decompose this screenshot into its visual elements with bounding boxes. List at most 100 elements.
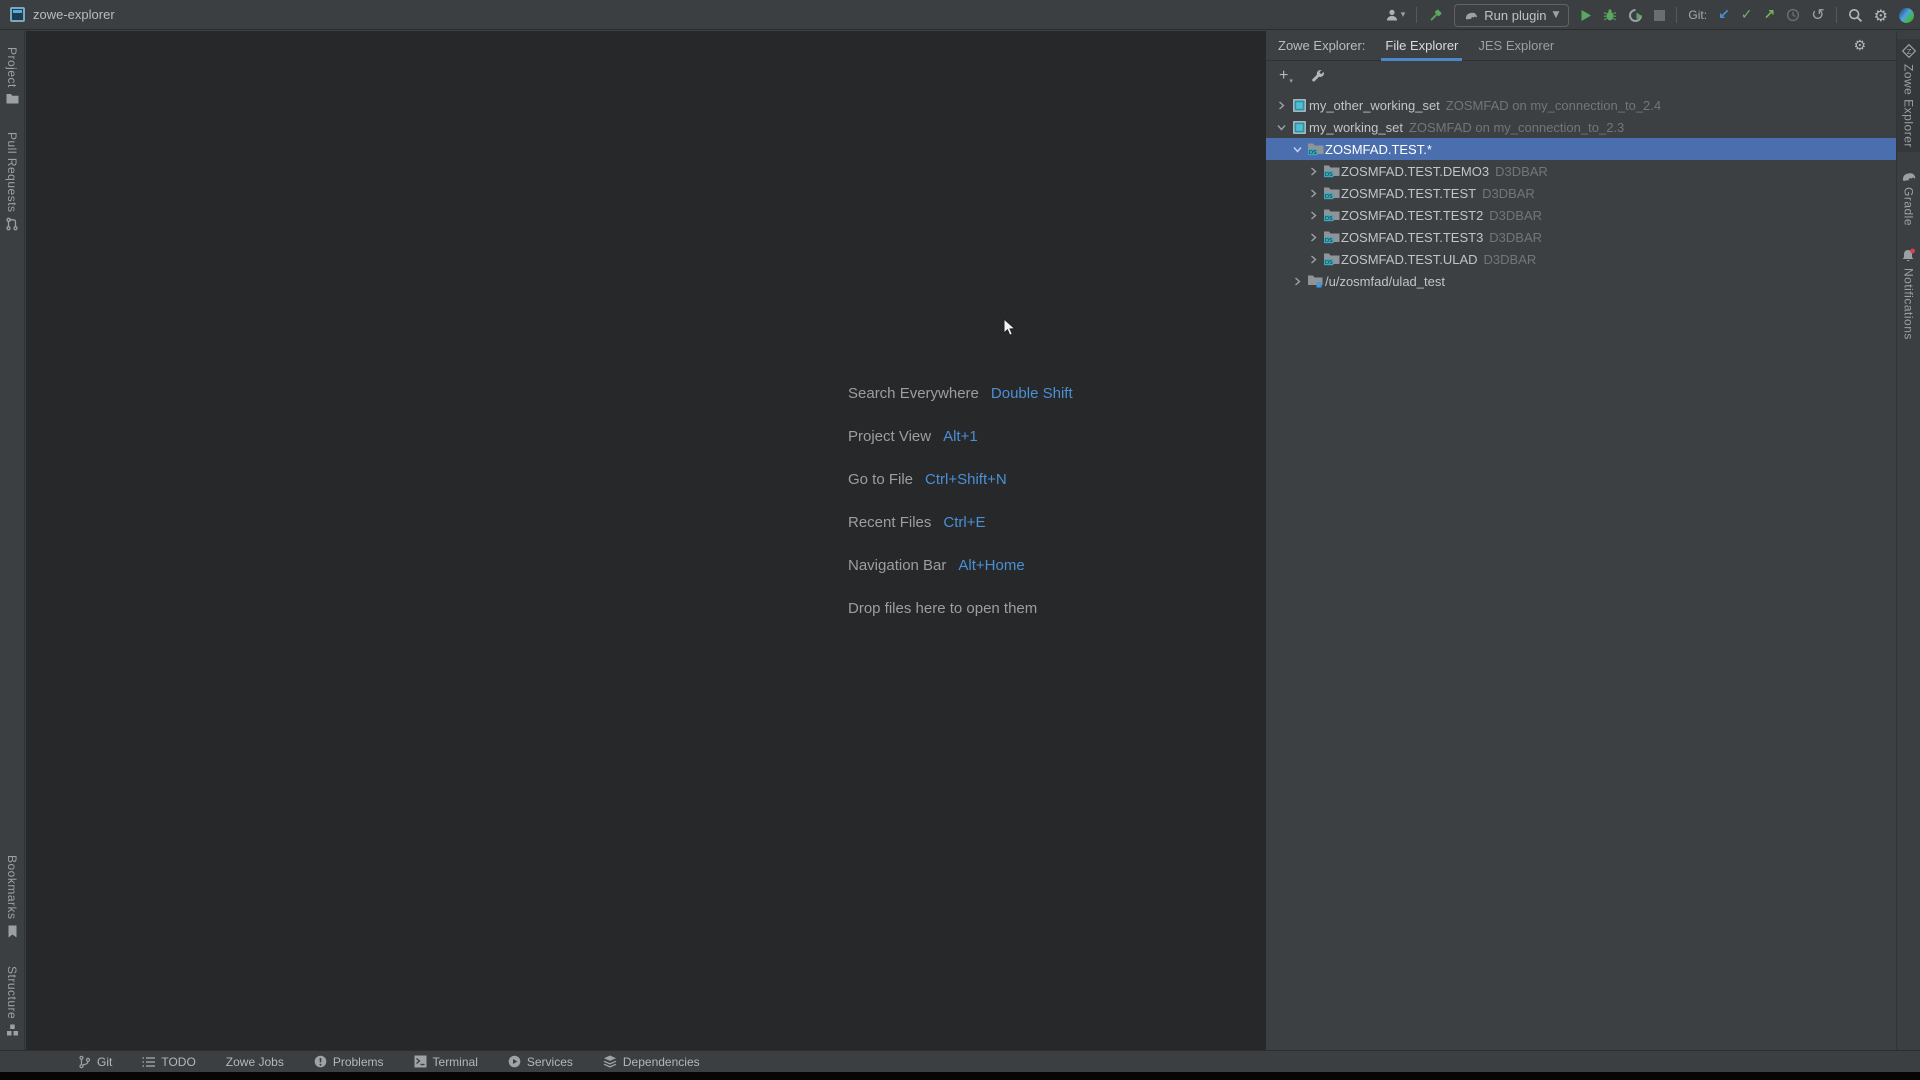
gradle-icon (1464, 10, 1478, 21)
shortcut-hint-row: Search Everywhere Double Shift (848, 372, 1073, 415)
working-set-icon (1289, 99, 1309, 112)
dataset-folder-icon: DS (1321, 186, 1341, 200)
svg-text:DS: DS (1324, 216, 1332, 222)
todo-list-icon (142, 1056, 155, 1068)
sidebar-item-gradle[interactable]: Gradle (1901, 166, 1916, 230)
tree-row-my-other-working-set[interactable]: my_other_working_set ZOSMFAD on my_conne… (1266, 94, 1896, 116)
stripe-label: Pull Requests (5, 132, 19, 213)
chevron-right-icon[interactable] (1273, 101, 1289, 110)
svg-text:DS: DS (1308, 150, 1316, 156)
sidebar-item-bookmarks[interactable]: Bookmarks (5, 851, 19, 942)
chevron-right-icon[interactable] (1305, 189, 1321, 198)
run-configuration-dropdown[interactable]: Run plugin ▼ (1454, 4, 1569, 27)
window-title: zowe-explorer (33, 7, 115, 22)
statusbar-item-terminal[interactable]: Terminal (414, 1055, 478, 1069)
tree-row-dataset[interactable]: DS ZOSMFAD.TEST.TEST3 D3DBAR (1266, 226, 1896, 248)
app-window-icon (10, 7, 25, 22)
profile-sphere-icon[interactable] (1899, 8, 1914, 23)
chevron-right-icon[interactable] (1305, 167, 1321, 176)
profiler-icon[interactable] (1628, 8, 1643, 23)
tree-label: ZOSMFAD.TEST.TEST (1341, 186, 1476, 201)
chevron-right-icon[interactable] (1305, 255, 1321, 264)
chevron-down-icon[interactable] (1273, 123, 1289, 132)
chevron-right-icon[interactable] (1305, 211, 1321, 220)
uss-folder-icon (1305, 274, 1325, 288)
git-push-icon[interactable]: ↗ (1764, 8, 1776, 22)
chevron-right-icon[interactable] (1289, 277, 1305, 286)
shortcut-key-label: Double Shift (991, 385, 1073, 402)
chevron-down-icon[interactable] (1289, 145, 1305, 154)
title-bar: zowe-explorer ▾ Run plugin ▼ Git: ↙ ✓ ↗ (0, 0, 1920, 30)
dataset-folder-icon: DS (1321, 230, 1341, 244)
run-icon[interactable] (1580, 9, 1592, 22)
sidebar-item-structure[interactable]: Structure (5, 962, 19, 1040)
settings-gear-icon[interactable]: ⚙ (1874, 6, 1888, 25)
sidebar-item-notifications[interactable]: Notifications (1901, 244, 1916, 344)
statusbar-label: Services (527, 1055, 573, 1069)
tree-label: ZOSMFAD.TEST.* (1325, 142, 1432, 157)
add-icon[interactable]: +▾ (1279, 67, 1293, 85)
git-update-icon[interactable]: ↙ (1718, 8, 1730, 22)
tree-row-dataset-mask[interactable]: DS ZOSMFAD.TEST.* (1266, 138, 1896, 160)
sidebar-item-project[interactable]: Project (5, 43, 19, 108)
gradle-icon (1901, 170, 1916, 182)
problems-icon (314, 1055, 327, 1068)
tree-suffix: ZOSMFAD on my_connection_to_2.3 (1409, 120, 1624, 135)
chevron-down-icon: ▾ (1401, 10, 1406, 20)
svg-text:Z: Z (1906, 48, 1911, 56)
build-hammer-icon[interactable] (1428, 8, 1443, 23)
main-toolbar: ▾ Run plugin ▼ Git: ↙ ✓ ↗ ↺ (1385, 0, 1914, 30)
zowe-icon: Z (1901, 43, 1917, 59)
working-set-icon (1289, 121, 1309, 134)
panel-settings-gear-icon[interactable]: ⚙ (1853, 38, 1866, 54)
right-tool-stripe: Z Zowe Explorer Gradle Notifications (1896, 31, 1920, 1050)
svg-text:DS: DS (1324, 172, 1332, 178)
editor-shortcut-hints: Search Everywhere Double Shift Project V… (848, 372, 1073, 630)
tree-row-dataset[interactable]: DS ZOSMFAD.TEST.TEST2 D3DBAR (1266, 204, 1896, 226)
tree-row-dataset[interactable]: DS ZOSMFAD.TEST.ULAD D3DBAR (1266, 248, 1896, 270)
undo-icon[interactable]: ↺ (1811, 7, 1824, 23)
git-branch-icon (78, 1055, 91, 1069)
shortcut-hint-row: Project View Alt+1 (848, 415, 1073, 458)
stripe-label: Notifications (1902, 268, 1916, 340)
debug-icon[interactable] (1603, 8, 1617, 22)
statusbar-item-problems[interactable]: Problems (314, 1055, 384, 1069)
svg-text:DS: DS (1324, 238, 1332, 244)
history-icon[interactable] (1786, 8, 1800, 22)
git-commit-icon[interactable]: ✓ (1741, 8, 1753, 22)
chevron-right-icon[interactable] (1305, 233, 1321, 242)
statusbar-label: Terminal (433, 1055, 478, 1069)
tab-jes-explorer[interactable]: JES Explorer (1478, 31, 1554, 61)
toolbar-separator (1676, 7, 1677, 23)
dataset-folder-icon: DS (1321, 164, 1341, 178)
tree-suffix: D3DBAR (1482, 186, 1535, 201)
svg-text:DS: DS (1324, 260, 1332, 266)
tree-row-uss-path[interactable]: /u/zosmfad/ulad_test (1266, 270, 1896, 292)
panel-title: Zowe Explorer: (1278, 38, 1365, 53)
tab-file-explorer[interactable]: File Explorer (1385, 31, 1458, 61)
sidebar-item-zowe-explorer[interactable]: Z Zowe Explorer (1897, 39, 1920, 152)
statusbar-item-services[interactable]: Services (508, 1055, 573, 1069)
user-icon[interactable]: ▾ (1385, 8, 1406, 22)
statusbar-item-zowe-jobs[interactable]: Zowe Jobs (226, 1055, 284, 1069)
services-icon (508, 1055, 521, 1068)
tree-row-dataset[interactable]: DS ZOSMFAD.TEST.TEST D3DBAR (1266, 182, 1896, 204)
sidebar-item-pull-requests[interactable]: Pull Requests (0, 128, 26, 236)
tree-row-my-working-set[interactable]: my_working_set ZOSMFAD on my_connection_… (1266, 116, 1896, 138)
tree-suffix: D3DBAR (1489, 208, 1542, 223)
status-bar: Git TODO Zowe Jobs Problems Terminal Ser… (0, 1050, 1920, 1072)
shortcut-action-label: Search Everywhere (848, 385, 979, 402)
tree-label: my_working_set (1309, 120, 1403, 135)
shortcut-action-label: Drop files here to open them (848, 600, 1037, 617)
chevron-down-icon: ▼ (1552, 10, 1559, 20)
stop-icon[interactable] (1654, 10, 1665, 21)
shortcut-hint-row: Recent Files Ctrl+E (848, 501, 1073, 544)
bell-icon (1901, 248, 1916, 263)
statusbar-label: Git (97, 1055, 112, 1069)
wrench-icon[interactable] (1311, 69, 1325, 83)
statusbar-item-todo[interactable]: TODO (142, 1055, 195, 1069)
tree-row-dataset[interactable]: DS ZOSMFAD.TEST.DEMO3 D3DBAR (1266, 160, 1896, 182)
statusbar-item-git[interactable]: Git (78, 1055, 112, 1069)
search-everywhere-icon[interactable] (1848, 8, 1863, 23)
statusbar-item-dependencies[interactable]: Dependencies (603, 1055, 700, 1069)
